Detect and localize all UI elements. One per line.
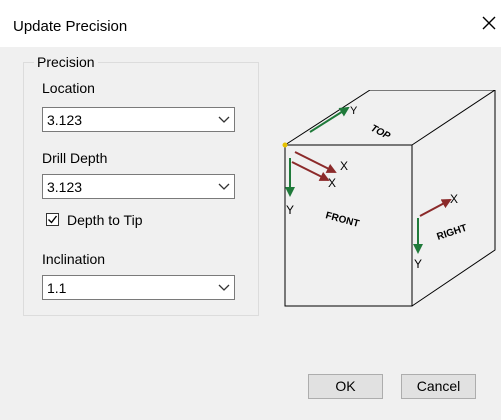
location-label: Location — [42, 80, 95, 96]
right-label: RIGHT — [436, 223, 469, 243]
cancel-button[interactable]: Cancel — [401, 374, 476, 399]
front-y-label: Y — [286, 203, 294, 217]
dialog-titlebar: Update Precision — [0, 0, 501, 47]
chevron-down-icon — [218, 183, 230, 190]
right-axis-x — [419, 199, 452, 217]
close-icon[interactable] — [478, 12, 500, 34]
chevron-down-icon — [218, 116, 230, 123]
drill-depth-value: 3.123 — [47, 179, 83, 195]
inclination-dropdown[interactable]: 1.1 — [42, 275, 235, 300]
precision-group-label: Precision — [34, 54, 98, 70]
top-y-label: Y — [350, 105, 358, 117]
origin-dot — [282, 142, 288, 148]
top-x-label: X — [340, 159, 348, 173]
location-dropdown[interactable]: 3.123 — [42, 107, 235, 132]
ok-button[interactable]: OK — [308, 374, 383, 399]
front-x-label: X — [328, 176, 336, 190]
front-label: FRONT — [324, 210, 360, 230]
top-axis-y — [309, 106, 350, 133]
inclination-value: 1.1 — [47, 280, 67, 296]
drill-depth-label: Drill Depth — [42, 150, 108, 166]
chevron-down-icon — [218, 284, 230, 291]
top-label: TOP — [369, 123, 392, 142]
drill-depth-dropdown[interactable]: 3.123 — [42, 174, 235, 199]
right-y-label: Y — [414, 257, 422, 271]
top-axis-x — [294, 151, 337, 173]
checkbox-box[interactable] — [46, 213, 59, 226]
depth-to-tip-label: Depth to Tip — [67, 212, 143, 228]
location-value: 3.123 — [47, 112, 83, 128]
dialog-title: Update Precision — [13, 18, 128, 35]
checkmark-icon — [48, 215, 58, 224]
cube-edges — [284, 90, 496, 307]
orientation-cube-diagram: TOP X Y X Y FRONT X Y RIGHT — [282, 90, 496, 307]
inclination-label: Inclination — [42, 251, 106, 267]
right-x-label: X — [450, 192, 458, 206]
